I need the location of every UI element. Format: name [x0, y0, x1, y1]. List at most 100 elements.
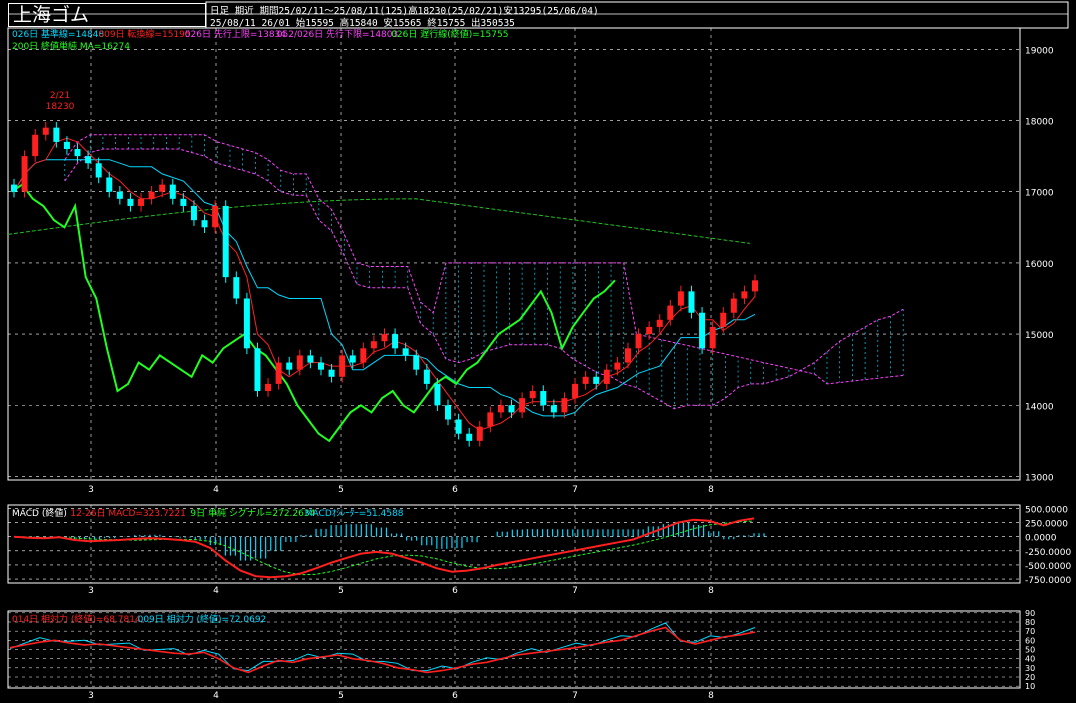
- high-annotation-value: 18230: [46, 102, 75, 112]
- price-tick-13000: 13000: [1025, 473, 1054, 483]
- candle-body-26: [286, 362, 293, 370]
- candle-body-8: [95, 163, 102, 178]
- candle-body-65: [699, 312, 706, 349]
- candle-body-53: [572, 383, 579, 399]
- candle-body-36: [392, 334, 399, 349]
- rsi-xlabel-5: 8: [708, 691, 714, 701]
- price-xlabel-5: 8: [708, 485, 714, 495]
- price-xlabel-4: 7: [572, 485, 578, 495]
- macd-tick--750: -750.0000: [1025, 576, 1071, 586]
- price-tick-15000: 15000: [1025, 331, 1054, 341]
- legend-macd-1: 12-26日 MACD=323.7221: [70, 508, 185, 519]
- candle-body-22: [243, 298, 250, 349]
- candle-body-23: [254, 348, 261, 392]
- price-tick-19000: 19000: [1025, 46, 1054, 56]
- legend-main-3: 052/026日 先行下限=14803: [277, 28, 398, 40]
- price-tick-17000: 17000: [1025, 189, 1054, 199]
- candle-body-51: [550, 405, 557, 413]
- price-xlabel-3: 6: [452, 485, 458, 495]
- macd-histogram: [28, 522, 765, 561]
- candle-body-69: [741, 291, 748, 299]
- candle-body-47: [508, 405, 515, 413]
- candle-body-20: [222, 205, 229, 278]
- legend-macd-2: 9日 単純 シグナル=272.2634: [190, 507, 315, 519]
- candle-body-52: [561, 398, 568, 413]
- rsi-tick-40: 40: [1025, 655, 1035, 664]
- rsi-tick-10: 10: [1025, 682, 1035, 691]
- price-tick-18000: 18000: [1025, 118, 1054, 128]
- candle-body-19: [212, 205, 219, 228]
- candle-body-60: [646, 326, 653, 335]
- candle-body-40: [434, 383, 441, 406]
- candle-body-28: [307, 355, 314, 363]
- candle-body-25: [275, 362, 282, 384]
- ma200-line: [7, 198, 751, 244]
- header-frame: [205, 1, 1069, 29]
- candle-body-68: [730, 298, 737, 313]
- candle-body-55: [593, 376, 600, 384]
- macd-tick--500: -500.0000: [1025, 562, 1071, 572]
- legend-rsi-0: 014日 相対力 (終値)=68.7814: [12, 613, 141, 625]
- candle-body-32: [349, 355, 356, 363]
- candle-body-10: [116, 191, 123, 199]
- candle-body-5: [63, 141, 70, 150]
- candle-body-56: [603, 369, 610, 384]
- legend-main-0: 026日 基準線=14848: [12, 28, 104, 40]
- candle-body-9: [106, 177, 113, 192]
- candle-body-48: [519, 398, 526, 413]
- candle-body-70: [752, 280, 758, 292]
- candle-body-64: [688, 291, 695, 313]
- rsi-xlabel-2: 5: [338, 691, 344, 701]
- macd-tick-0: 0.0000: [1025, 534, 1057, 544]
- candle-body-31: [339, 355, 346, 377]
- candle-body-2: [32, 134, 39, 157]
- candle-body-42: [455, 419, 462, 434]
- macd-line: [13, 517, 755, 579]
- candle-body-17: [190, 205, 197, 221]
- candle-body-44: [476, 426, 483, 441]
- rsi-xlabel-4: 7: [572, 691, 578, 701]
- candle-body-62: [667, 305, 674, 320]
- rsi-xlabel-0: 3: [88, 691, 94, 701]
- kumo-group: [64, 134, 904, 409]
- macd-signal-line: [13, 520, 755, 576]
- legend-ma-0: 200日 終値単純 MA=16274: [12, 40, 130, 52]
- high-annotation-date: 2/21: [50, 91, 70, 101]
- candle-body-46: [497, 405, 504, 413]
- candle-body-6: [74, 149, 81, 157]
- candle-body-61: [656, 319, 663, 327]
- price-xlabel-1: 4: [213, 485, 219, 495]
- candles-group: [11, 121, 758, 447]
- candle-body-1: [21, 156, 28, 192]
- candle-body-50: [540, 391, 547, 406]
- candle-body-45: [487, 412, 494, 427]
- candle-body-13: [148, 191, 155, 199]
- rsi-tick-50: 50: [1025, 646, 1035, 655]
- macd-xlabel-2: 5: [338, 586, 344, 596]
- rsi-tick-60: 60: [1025, 636, 1035, 645]
- macd-xlabel-1: 4: [213, 586, 219, 596]
- candle-body-49: [529, 391, 536, 399]
- rsi14-line: [9, 626, 756, 674]
- candle-body-58: [624, 348, 631, 363]
- candle-body-24: [265, 383, 272, 392]
- candle-body-59: [635, 334, 642, 349]
- candle-body-21: [233, 277, 240, 299]
- candle-body-7: [85, 156, 92, 164]
- price-tick-14000: 14000: [1025, 402, 1054, 412]
- price-xlabel-2: 5: [338, 485, 344, 495]
- macd-tick--250: -250.0000: [1025, 548, 1071, 558]
- candle-body-41: [445, 405, 452, 420]
- candle-body-18: [201, 220, 208, 228]
- candle-body-67: [720, 312, 727, 327]
- macd-xlabel-5: 8: [708, 586, 714, 596]
- candle-body-16: [180, 198, 187, 206]
- rsi-tick-80: 80: [1025, 618, 1035, 627]
- candle-body-14: [159, 184, 166, 192]
- candle-body-3: [42, 127, 49, 135]
- rsi-tick-90: 90: [1025, 609, 1035, 618]
- macd-xlabel-3: 6: [452, 586, 458, 596]
- price-tick-16000: 16000: [1025, 260, 1054, 270]
- candle-body-39: [423, 369, 430, 384]
- candle-body-15: [169, 184, 176, 199]
